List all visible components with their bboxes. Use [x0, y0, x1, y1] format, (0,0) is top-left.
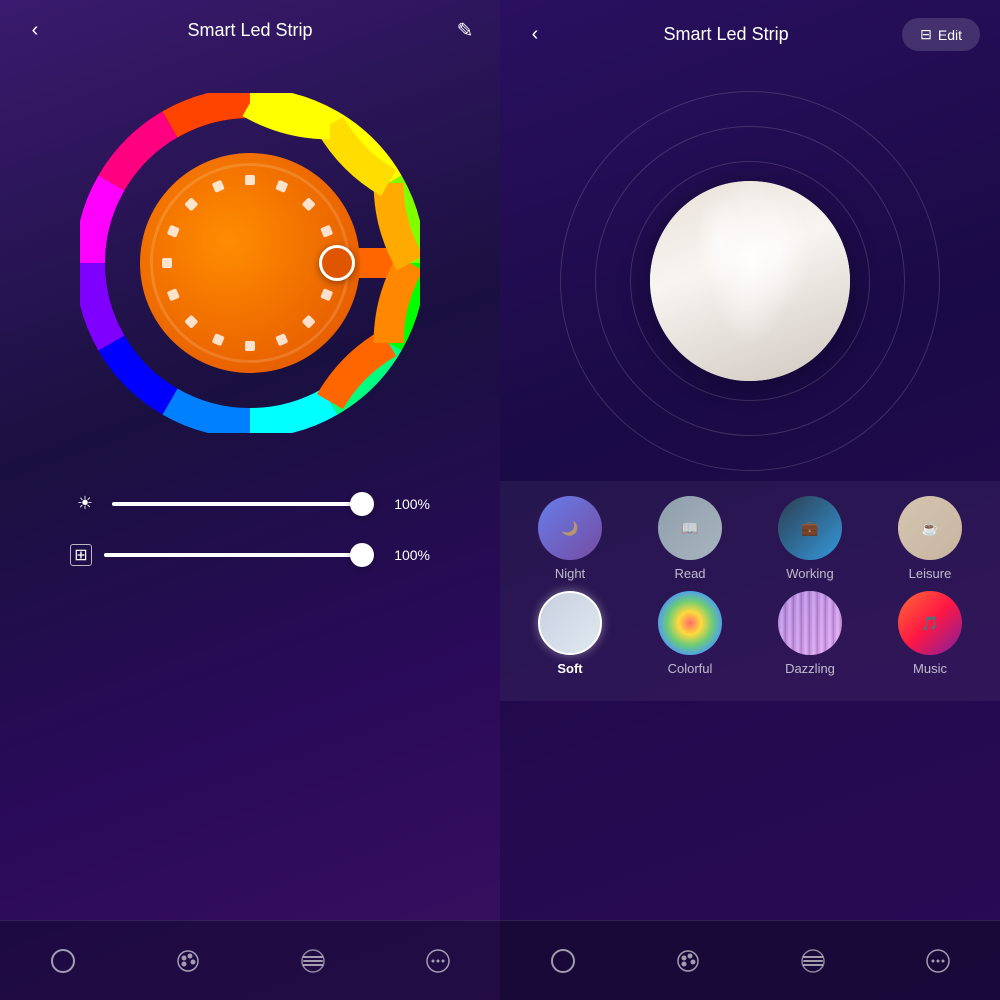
scene-row-2: Soft Colorful Dazzling 🎵 Music	[510, 591, 990, 676]
left-header: ‹ Smart Led Strip ✎	[0, 0, 500, 53]
contrast-track[interactable]	[104, 553, 373, 557]
scene-thumb-colorful	[658, 591, 722, 655]
right-header: ‹ Smart Led Strip ⊟ Edit	[500, 0, 1000, 61]
scene-thumb-night: 🌙	[538, 496, 602, 560]
edit-button[interactable]: ⊟ Edit	[902, 18, 980, 51]
scene-image	[650, 181, 850, 381]
scene-thumb-dazzling	[778, 591, 842, 655]
scene-thumb-working: 💼	[778, 496, 842, 560]
scene-visual	[560, 91, 940, 471]
scene-thumb-leisure: ☕	[898, 496, 962, 560]
brightness-thumb[interactable]	[350, 492, 374, 516]
scene-label-leisure: Leisure	[909, 566, 952, 581]
scene-label-music: Music	[913, 661, 947, 676]
inner-ring	[150, 163, 350, 363]
brightness-icon: ☀	[70, 493, 100, 514]
dot-ring	[155, 168, 345, 358]
thumb-leisure-overlay: ☕	[898, 496, 962, 560]
color-wheel[interactable]	[80, 93, 420, 433]
scene-row-1: 🌙 Night 📖 Read 💼 Working ☕ Lei	[510, 496, 990, 581]
color-wheel-handle[interactable]	[319, 245, 355, 281]
contrast-fill	[104, 553, 373, 557]
scene-thumb-read: 📖	[658, 496, 722, 560]
scene-grid: 🌙 Night 📖 Read 💼 Working ☕ Lei	[500, 481, 1000, 701]
left-nav-more[interactable]	[416, 939, 460, 983]
left-nav-palette[interactable]	[166, 939, 210, 983]
thumb-dazzling-overlay	[778, 591, 842, 655]
brightness-fill	[112, 502, 373, 506]
right-back-button[interactable]: ‹	[520, 23, 550, 46]
right-nav-power[interactable]	[541, 939, 585, 983]
left-title: Smart Led Strip	[50, 20, 450, 41]
contrast-thumb[interactable]	[350, 543, 374, 567]
edit-label: Edit	[938, 27, 962, 43]
scene-working[interactable]: 💼 Working	[760, 496, 860, 581]
edit-icon: ⊟	[920, 26, 932, 43]
brightness-track[interactable]	[112, 502, 373, 506]
left-edit-button[interactable]: ✎	[450, 18, 480, 43]
right-nav-menu[interactable]	[791, 939, 835, 983]
scene-leisure[interactable]: ☕ Leisure	[880, 496, 980, 581]
right-title: Smart Led Strip	[550, 24, 902, 45]
scene-label-read: Read	[674, 566, 705, 581]
feather-image	[650, 181, 850, 381]
scene-thumb-soft	[538, 591, 602, 655]
sliders-container: ☀ 100% ⊞ 100%	[60, 493, 440, 596]
scene-label-colorful: Colorful	[668, 661, 713, 676]
right-panel: ‹ Smart Led Strip ⊟ Edit 🌙 Night 📖	[500, 0, 1000, 1000]
scene-dazzling[interactable]: Dazzling	[760, 591, 860, 676]
brightness-slider-row: ☀ 100%	[70, 493, 430, 514]
scene-label-dazzling: Dazzling	[785, 661, 835, 676]
left-panel: ‹ Smart Led Strip ✎	[0, 0, 500, 1000]
left-nav-menu[interactable]	[291, 939, 335, 983]
right-nav-palette[interactable]	[666, 939, 710, 983]
scene-label-working: Working	[786, 566, 833, 581]
scene-read[interactable]: 📖 Read	[640, 496, 740, 581]
scene-label-soft: Soft	[557, 661, 582, 676]
brightness-value: 100%	[385, 496, 430, 512]
scene-soft[interactable]: Soft	[520, 591, 620, 676]
thumb-working-overlay: 💼	[778, 496, 842, 560]
thumb-soft-overlay	[540, 593, 600, 653]
contrast-value: 100%	[385, 547, 430, 563]
scene-music[interactable]: 🎵 Music	[880, 591, 980, 676]
scene-label-night: Night	[555, 566, 585, 581]
thumb-music-overlay: 🎵	[898, 591, 962, 655]
scene-thumb-music: 🎵	[898, 591, 962, 655]
color-disc	[140, 153, 360, 373]
right-bottom-nav	[500, 920, 1000, 1000]
left-bottom-nav	[0, 920, 500, 1000]
thumb-night-overlay: 🌙	[538, 496, 602, 560]
left-nav-power[interactable]	[41, 939, 85, 983]
scene-night[interactable]: 🌙 Night	[520, 496, 620, 581]
contrast-icon: ⊞	[70, 544, 92, 566]
thumb-read-overlay: 📖	[658, 496, 722, 560]
left-back-button[interactable]: ‹	[20, 19, 50, 42]
right-nav-more[interactable]	[916, 939, 960, 983]
scene-colorful[interactable]: Colorful	[640, 591, 740, 676]
contrast-slider-row: ⊞ 100%	[70, 544, 430, 566]
